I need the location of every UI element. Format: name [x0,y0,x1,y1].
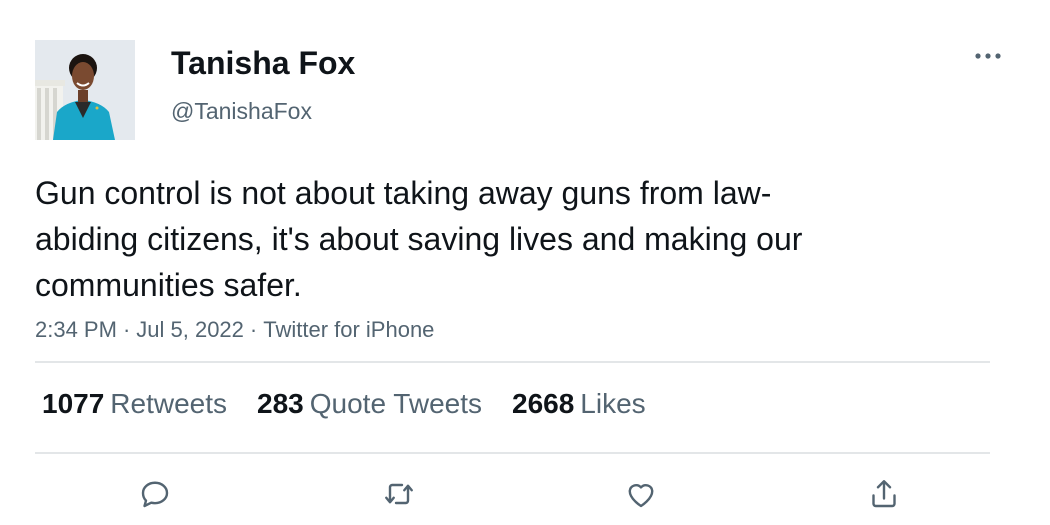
retweets-count: 1077 [42,388,105,419]
like-icon [628,484,654,508]
quote-tweets-label: Quote Tweets [309,388,482,419]
share-icon [872,480,896,508]
avatar-photo [35,40,135,140]
share-button[interactable] [860,470,908,518]
meta-separator: · [249,317,258,342]
more-options-icon[interactable] [970,44,1006,68]
avatar[interactable] [35,40,135,140]
tweet-source[interactable]: Twitter for iPhone [263,317,434,342]
retweet-icon [385,483,413,505]
tweet-date[interactable]: Jul 5, 2022 [136,317,244,342]
retweet-button[interactable] [375,470,423,518]
retweets-stat[interactable]: 1077 Retweets [42,386,227,422]
meta-separator: · [122,317,131,342]
action-bar [0,470,1050,518]
quote-tweets-count: 283 [257,388,304,419]
tweet-text: Gun control is not about taking away gun… [35,175,803,303]
quote-tweets-stat[interactable]: 283 Quote Tweets [257,386,482,422]
reply-button[interactable] [131,470,179,518]
likes-stat[interactable]: 2668 Likes [512,386,646,422]
user-handle[interactable]: @TanishaFox [171,97,312,125]
like-button[interactable] [617,470,665,518]
display-name[interactable]: Tanisha Fox [171,44,355,82]
tweet-meta: 2:34 PM · Jul 5, 2022 · Twitter for iPhone [35,316,434,344]
reply-icon [141,481,169,508]
divider [35,452,990,454]
tweet-time[interactable]: 2:34 PM [35,317,117,342]
likes-label: Likes [580,388,646,419]
retweets-label: Retweets [110,388,228,419]
likes-count: 2668 [512,388,575,419]
divider [35,361,990,363]
tweet-stats: 1077 Retweets 283 Quote Tweets 2668 Likes [42,386,676,422]
